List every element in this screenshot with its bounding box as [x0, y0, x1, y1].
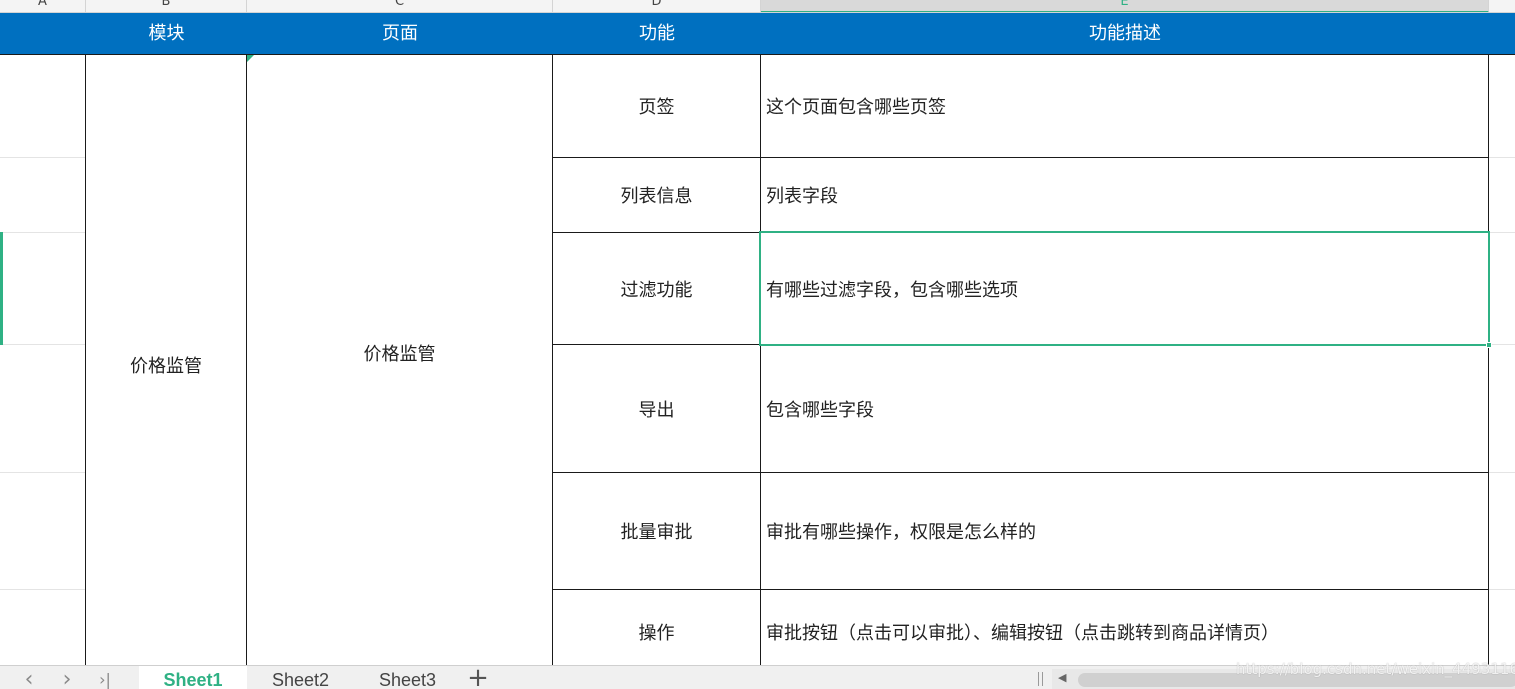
cell-description[interactable]: 审批有哪些操作，权限是怎么样的	[761, 473, 1488, 589]
column-header-c[interactable]: C	[247, 0, 553, 12]
chevron-left-icon[interactable]: ‹	[14, 667, 44, 689]
scroll-left-icon[interactable]: ◀	[1058, 671, 1066, 684]
cell-page[interactable]: 价格监管	[247, 55, 552, 651]
cell-feature[interactable]: 过滤功能	[553, 233, 760, 344]
sheet-tab-3[interactable]: Sheet3	[354, 666, 461, 689]
cell-feature[interactable]: 列表信息	[553, 158, 760, 232]
header-cell-description[interactable]: 功能描述	[761, 13, 1489, 55]
border-line	[1488, 55, 1489, 665]
column-header-e[interactable]: E	[761, 0, 1489, 12]
column-header-a[interactable]: A	[0, 0, 86, 12]
fill-handle[interactable]	[1486, 342, 1492, 348]
column-header-strip: A B C D E	[0, 0, 1515, 13]
watermark-text: https://blog.csdn.net/weixin_44931166	[1236, 660, 1515, 678]
gridline	[1489, 232, 1515, 233]
cell-description[interactable]: 审批按钮（点击可以审批）、编辑按钮（点击跳转到商品详情页）	[761, 590, 1488, 665]
gridline	[0, 232, 86, 233]
cell-feature[interactable]: 批量审批	[553, 473, 760, 589]
gridline	[0, 589, 86, 590]
gridline	[1489, 472, 1515, 473]
gridline	[0, 472, 86, 473]
cell-feature[interactable]: 导出	[553, 345, 760, 472]
column-header-d[interactable]: D	[553, 0, 761, 12]
gridline	[1489, 589, 1515, 590]
last-sheet-icon[interactable]: ›|	[90, 668, 120, 689]
plus-icon[interactable]: +	[464, 666, 492, 689]
sheet-tab-2[interactable]: Sheet2	[247, 666, 354, 689]
header-cell-feature[interactable]: 功能	[553, 13, 761, 55]
scroll-split-handle[interactable]	[1038, 672, 1043, 686]
gridline	[1489, 157, 1515, 158]
header-cell-page[interactable]: 页面	[247, 13, 553, 55]
cell-module[interactable]: 价格监管	[86, 55, 246, 665]
sheet-tab-1[interactable]: Sheet1	[139, 666, 247, 689]
gridline	[0, 157, 86, 158]
header-cell-module[interactable]: 模块	[86, 13, 247, 55]
cell-description[interactable]: 列表字段	[761, 158, 1488, 232]
spreadsheet-grid: 价格监管 价格监管 页签 这个页面包含哪些页签 列表信息 列表字段 过滤功能 有…	[0, 55, 1515, 665]
cell-description[interactable]: 有哪些过滤字段，包含哪些选项	[761, 233, 1488, 344]
cell-description[interactable]: 包含哪些字段	[761, 345, 1488, 472]
cell-feature[interactable]: 页签	[553, 55, 760, 157]
table-header-row: 模块 页面 功能 功能描述	[0, 13, 1515, 55]
selected-row-indicator	[0, 232, 3, 345]
gridline	[0, 344, 86, 345]
cell-description[interactable]: 这个页面包含哪些页签	[761, 55, 1488, 157]
column-header-b[interactable]: B	[86, 0, 247, 12]
comment-marker-icon	[247, 55, 254, 62]
chevron-right-icon[interactable]: ›	[52, 667, 82, 689]
gridline	[1489, 344, 1515, 345]
cell-feature[interactable]: 操作	[553, 590, 760, 665]
